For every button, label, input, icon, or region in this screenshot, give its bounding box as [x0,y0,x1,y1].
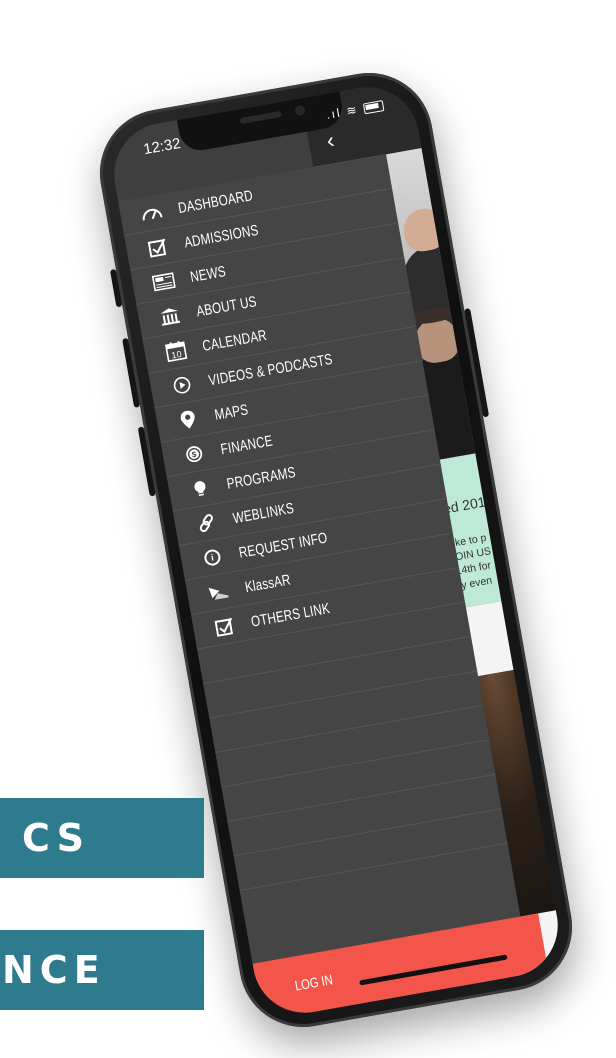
front-camera [294,104,306,117]
checkbox-icon [210,613,239,639]
status-time: 12:32 [142,134,183,159]
phone-mockup: 12:32 .ıl ≋ ‹ News [89,62,583,1038]
overlay-banner-text: NCE [2,948,106,992]
menu-item-label: PROGRAMS [225,463,297,493]
promo-scene: 12:32 .ıl ≋ ‹ News [0,0,616,1058]
info-circle-icon: i [198,544,227,570]
back-chevron-icon[interactable]: ‹ [325,127,337,154]
login-label: LOG IN [293,971,334,994]
calendar-day-text: 10 [171,349,183,361]
newspaper-icon [149,269,178,295]
menu-item-label: MAPS [213,400,250,424]
overlay-banner-text: CS [22,816,90,860]
menu-item-label: OTHERS LINK [249,599,332,631]
menu-item-label: NEWS [188,262,228,286]
menu-item-label: ABOUT US [195,292,258,320]
overlay-banner-bottom: NCE [0,930,204,1010]
scanner-icon [204,579,233,605]
link-icon [192,510,221,536]
checkbox-icon [143,234,172,260]
menu-item-label: ADMISSIONS [182,221,260,252]
play-circle-icon [167,372,196,398]
menu-item-label: WEBLINKS [231,499,296,527]
lightbulb-icon [186,476,215,502]
menu-item-label: DASHBOARD [176,186,255,217]
menu-item-label: REQUEST INFO [237,528,329,562]
calendar-icon: 10 [161,338,190,364]
building-icon [155,303,184,329]
menu-item-label: CALENDAR [201,326,269,355]
menu-item-label: KlassAR [243,570,292,596]
speaker-grille [239,110,282,125]
map-pin-icon [173,407,202,433]
dollar-circle-icon: $ [179,441,208,467]
speedometer-icon [137,200,166,226]
overlay-banner-top: CS [0,798,204,878]
menu-item-label: FINANCE [219,431,274,458]
